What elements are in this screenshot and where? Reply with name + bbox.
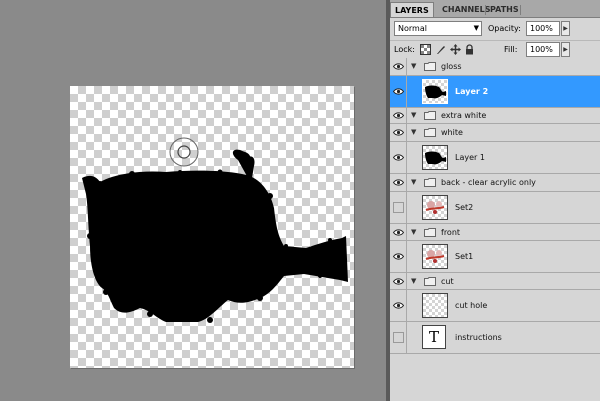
blend-mode-select[interactable]: Normal ▼	[394, 21, 482, 36]
visibility-box	[392, 332, 404, 343]
folder-icon	[424, 62, 436, 71]
eye-icon[interactable]	[390, 142, 407, 173]
eye-icon[interactable]	[390, 124, 407, 141]
eye-icon[interactable]	[390, 108, 407, 123]
eye-icon[interactable]	[390, 290, 407, 321]
layer-thumbnail	[422, 293, 448, 318]
text-layer-icon: T	[422, 325, 446, 349]
opacity-field[interactable]: 100%	[526, 21, 560, 36]
layer-name: front	[441, 228, 461, 237]
layer-name: white	[441, 128, 463, 137]
opacity-slider-arrow-icon[interactable]: ▶	[561, 21, 570, 36]
layer-set2[interactable]: Set2	[390, 192, 600, 224]
folder-icon	[424, 277, 436, 286]
dropdown-arrow-icon: ▼	[473, 24, 479, 32]
visibility-toggle[interactable]	[390, 192, 407, 223]
layer-layer-1[interactable]: Layer 1	[390, 142, 600, 174]
layer-group-extra-white[interactable]: ▼ extra white	[390, 108, 600, 124]
brush-cursor-icon	[169, 137, 199, 167]
layer-set1[interactable]: Set1	[390, 241, 600, 273]
expand-arrow-icon[interactable]: ▼	[411, 111, 416, 119]
layer-instructions[interactable]: T instructions	[390, 322, 600, 354]
document-canvas[interactable]	[70, 86, 354, 368]
fill-slider-arrow-icon[interactable]: ▶	[561, 42, 570, 57]
lock-all-icon[interactable]	[464, 44, 475, 55]
layer-group-white[interactable]: ▼ white	[390, 124, 600, 142]
eye-icon[interactable]	[390, 241, 407, 272]
fill-label: Fill:	[504, 45, 518, 54]
expand-arrow-icon[interactable]: ▼	[411, 277, 416, 285]
tab-layers[interactable]: LAYERS	[390, 2, 434, 17]
lock-paint-icon[interactable]	[435, 44, 446, 55]
layer-thumbnail	[422, 244, 448, 269]
visibility-box	[392, 202, 404, 213]
tab-paths[interactable]: PATHS	[486, 2, 523, 17]
canvas-workspace[interactable]	[0, 0, 386, 401]
layer-name: Layer 2	[455, 87, 489, 96]
shape-body	[82, 170, 348, 322]
layer-name: gloss	[441, 62, 462, 71]
layer-name: cut	[441, 277, 454, 286]
layer-group-back[interactable]: ▼ back - clear acrylic only	[390, 174, 600, 192]
layer-layer-2[interactable]: Layer 2	[390, 76, 600, 108]
expand-arrow-icon[interactable]: ▼	[411, 178, 416, 186]
expand-arrow-icon[interactable]: ▼	[411, 62, 416, 70]
expand-arrow-icon[interactable]: ▼	[411, 128, 416, 136]
layer-group-cut[interactable]: ▼ cut	[390, 273, 600, 290]
folder-icon	[424, 128, 436, 137]
layer-name: extra white	[441, 111, 487, 120]
eye-icon[interactable]	[390, 76, 407, 107]
opacity-label: Opacity:	[488, 24, 521, 33]
layer-name: back - clear acrylic only	[441, 178, 536, 187]
eye-icon[interactable]	[390, 58, 407, 75]
layer-name: instructions	[455, 333, 502, 342]
blend-mode-value: Normal	[398, 24, 427, 33]
layer-group-front[interactable]: ▼ front	[390, 224, 600, 241]
layer-name: cut hole	[455, 301, 488, 310]
layer-group-gloss[interactable]: ▼ gloss	[390, 58, 600, 76]
fill-field[interactable]: 100%	[526, 42, 560, 57]
folder-icon	[424, 178, 436, 187]
lock-transparency-icon[interactable]	[420, 44, 431, 55]
layer-name: Set1	[455, 252, 474, 261]
layer-name: Set2	[455, 203, 474, 212]
folder-icon	[424, 111, 436, 120]
visibility-toggle[interactable]	[390, 322, 407, 353]
expand-arrow-icon[interactable]: ▼	[411, 228, 416, 236]
layer-thumbnail	[422, 145, 448, 170]
tab-separator	[520, 5, 521, 15]
layer-thumbnail	[422, 195, 448, 220]
eye-icon[interactable]	[390, 273, 407, 289]
lock-toolbar: Lock: Fill: 100% ▶	[390, 41, 600, 59]
panel-tabbar: LAYERS CHANNELS PATHS	[390, 0, 600, 18]
eye-icon[interactable]	[390, 174, 407, 191]
blend-toolbar: Normal ▼ Opacity: 100% ▶	[390, 18, 600, 41]
eye-icon[interactable]	[390, 224, 407, 240]
silhouette-artwork	[82, 137, 348, 323]
layer-name: Layer 1	[455, 153, 485, 162]
lock-position-icon[interactable]	[450, 44, 461, 55]
lock-label: Lock:	[394, 45, 415, 54]
folder-icon	[424, 228, 436, 237]
layer-thumbnail	[422, 79, 448, 104]
layers-panel: LAYERS CHANNELS PATHS Normal ▼ Opacity: …	[390, 0, 600, 401]
layer-cut-hole[interactable]: cut hole	[390, 290, 600, 322]
